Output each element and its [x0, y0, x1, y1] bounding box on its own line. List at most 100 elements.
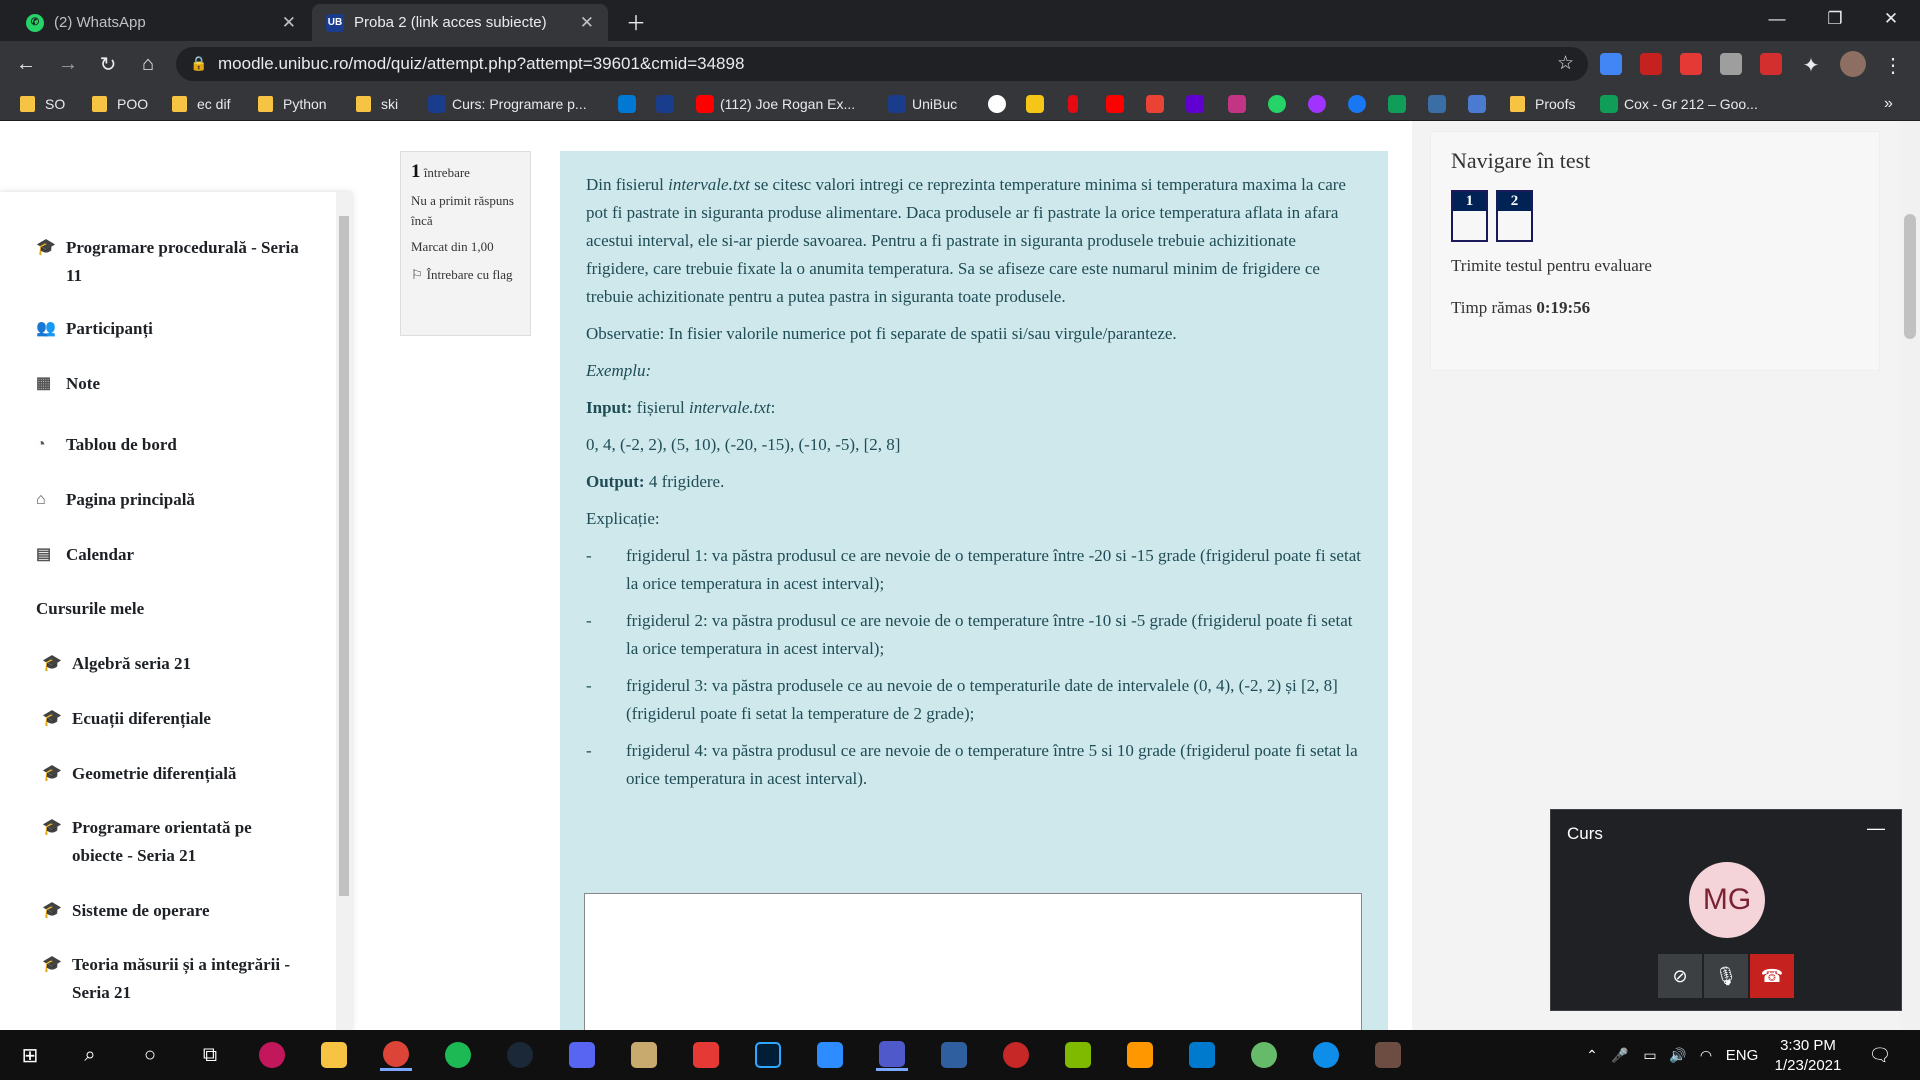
mic-off-icon[interactable]: 🎙 — [1704, 954, 1748, 998]
language-indicator[interactable]: ENG — [1720, 1039, 1764, 1071]
hang-up-icon[interactable]: ☎ — [1750, 954, 1794, 998]
answer-textarea[interactable] — [584, 893, 1362, 1030]
restore-button[interactable]: ❐ — [1806, 0, 1864, 38]
new-tab-button[interactable]: ＋ — [620, 5, 652, 37]
bookmark-icon-only[interactable] — [656, 92, 680, 116]
extension-icon[interactable] — [1720, 53, 1742, 75]
photoshop-icon[interactable] — [752, 1039, 784, 1071]
flag-question-link[interactable]: ⚐ Întrebare cu flag — [411, 265, 520, 285]
drawer-course-item[interactable]: 🎓 Geometrie diferențială — [42, 760, 236, 788]
spotify-icon[interactable] — [442, 1039, 474, 1071]
tab-whatsapp[interactable]: ✆ (2) WhatsApp ✕ — [12, 4, 310, 41]
drawer-item-dashboard[interactable]: ◔ Tablou de bord — [36, 431, 177, 459]
home-icon[interactable]: ⌂ — [134, 50, 162, 78]
camera-off-icon[interactable]: ⊘ — [1658, 954, 1702, 998]
bookmark-icon-only[interactable] — [1146, 92, 1170, 116]
translate-icon[interactable] — [1600, 53, 1622, 75]
bookmark-folder[interactable]: ski — [356, 92, 398, 116]
bookmark-icon-only[interactable] — [1268, 92, 1292, 116]
bookmark-icon-only[interactable] — [1388, 92, 1412, 116]
notifications-icon[interactable]: 🗨 — [1864, 1039, 1896, 1071]
cortana-icon[interactable]: ○ — [134, 1039, 166, 1071]
app-icon[interactable] — [1372, 1039, 1404, 1071]
bookmark-icon-only[interactable] — [618, 92, 642, 116]
bookmark-folder[interactable]: ec dif — [172, 92, 230, 116]
drawer-item-course[interactable]: 🎓 Programare procedurală - Seria 11 — [36, 234, 306, 290]
drawer-course-item[interactable]: 🎓 Programare orientată pe obiecte - Seri… — [42, 814, 292, 870]
teamviewer-icon[interactable] — [1310, 1039, 1342, 1071]
wifi-icon[interactable]: ◠ — [1690, 1039, 1722, 1071]
minimize-button[interactable]: — — [1748, 0, 1806, 38]
bookmark-icon-only[interactable] — [1106, 92, 1130, 116]
microphone-icon[interactable]: 🎤 — [1604, 1039, 1636, 1071]
clock[interactable]: 3:30 PM 1/23/2021 — [1768, 1036, 1848, 1076]
chrome-icon[interactable] — [380, 1039, 412, 1071]
discord-icon[interactable] — [566, 1039, 598, 1071]
drawer-scrollbar-thumb[interactable] — [339, 216, 349, 896]
microsoft-store-icon[interactable] — [1062, 1039, 1094, 1071]
league-icon[interactable] — [628, 1039, 660, 1071]
back-icon[interactable]: ← — [12, 50, 40, 78]
drawer-course-item[interactable]: 🎓 Ecuații diferențiale — [42, 705, 211, 733]
game-icon[interactable] — [690, 1039, 722, 1071]
bookmark-site[interactable]: Cox - Gr 212 – Goo... — [1600, 92, 1758, 116]
close-icon[interactable]: ✕ — [282, 13, 296, 33]
tab-quiz[interactable]: UB Proba 2 (link acces subiecte) ✕ — [312, 4, 608, 41]
bookmark-site[interactable]: Curs: Programare p... — [428, 92, 587, 116]
profile-avatar[interactable] — [1840, 51, 1866, 77]
extension-icon[interactable] — [1680, 53, 1702, 75]
quiz-nav-question-1[interactable]: 1 — [1451, 190, 1488, 242]
page-scrollbar-thumb[interactable] — [1904, 214, 1916, 339]
drawer-item-home[interactable]: ⌂ Pagina principală — [36, 486, 195, 514]
app-icon[interactable] — [1000, 1039, 1032, 1071]
search-icon[interactable]: ⌕ — [74, 1039, 106, 1071]
reload-icon[interactable]: ↻ — [94, 50, 122, 78]
zoom-icon[interactable] — [814, 1039, 846, 1071]
drawer-course-item[interactable]: 🎓 Sisteme de operare — [42, 897, 210, 925]
sublime-icon[interactable] — [1124, 1039, 1156, 1071]
bookmark-folder[interactable]: Python — [258, 92, 327, 116]
drawer-course-item[interactable]: 🎓 Teoria măsurii și a integrării - Seria… — [42, 951, 292, 1007]
minimize-icon[interactable]: — — [1867, 818, 1885, 839]
virtualbox-icon[interactable] — [938, 1039, 970, 1071]
drawer-item-participants[interactable]: 👥 Participanți — [36, 315, 153, 343]
submit-quiz-link[interactable]: Trimite testul pentru evaluare — [1451, 256, 1859, 276]
bookmark-star-icon[interactable]: ☆ — [1557, 52, 1574, 75]
forward-icon[interactable]: → — [54, 50, 82, 78]
close-window-button[interactable]: ✕ — [1862, 0, 1920, 38]
quiz-nav-question-2[interactable]: 2 — [1496, 190, 1533, 242]
bookmark-folder[interactable]: POO — [92, 92, 148, 116]
pdf-icon[interactable] — [1760, 53, 1782, 75]
bookmark-icon-only[interactable] — [1186, 92, 1210, 116]
bookmark-folder[interactable]: Proofs — [1510, 92, 1575, 116]
steam-icon[interactable] — [504, 1039, 536, 1071]
vscode-icon[interactable] — [1186, 1039, 1218, 1071]
puzzle-icon[interactable]: ✦ — [1800, 53, 1822, 77]
paint-icon[interactable] — [256, 1039, 288, 1071]
bookmark-icon-only[interactable] — [1068, 92, 1084, 116]
bookmark-icon-only[interactable] — [1348, 92, 1372, 116]
bookmark-icon-only[interactable] — [988, 92, 1012, 116]
windows-start-icon[interactable]: ⊞ — [14, 1039, 46, 1071]
extension-icon[interactable] — [1640, 53, 1662, 75]
file-explorer-icon[interactable] — [318, 1039, 350, 1071]
bookmark-site[interactable]: UniBuc — [888, 92, 957, 116]
drawer-item-calendar[interactable]: ▤ Calendar — [36, 541, 134, 569]
bookmark-folder[interactable]: SO — [20, 92, 65, 116]
bookmark-icon-only[interactable] — [1468, 92, 1492, 116]
tab-label: (2) WhatsApp — [54, 14, 146, 31]
address-bar[interactable]: 🔒 moodle.unibuc.ro/mod/quiz/attempt.php?… — [176, 47, 1588, 81]
menu-icon[interactable]: ⋮ — [1882, 53, 1904, 77]
drawer-course-item[interactable]: 🎓 Algebră seria 21 — [42, 650, 191, 678]
bookmark-icon-only[interactable] — [1308, 92, 1332, 116]
bookmark-icon-only[interactable] — [1026, 92, 1050, 116]
close-icon[interactable]: ✕ — [580, 13, 594, 33]
teams-icon[interactable] — [876, 1039, 908, 1071]
drawer-item-grades[interactable]: ▦ Note — [36, 370, 100, 398]
bookmark-site[interactable]: (112) Joe Rogan Ex... — [696, 92, 855, 116]
bookmark-icon-only[interactable] — [1428, 92, 1452, 116]
task-view-icon[interactable]: ⧉ — [194, 1039, 226, 1071]
bookmark-icon-only[interactable] — [1228, 92, 1252, 116]
bookmarks-overflow-icon[interactable]: » — [1884, 92, 1893, 116]
atom-icon[interactable] — [1248, 1039, 1280, 1071]
